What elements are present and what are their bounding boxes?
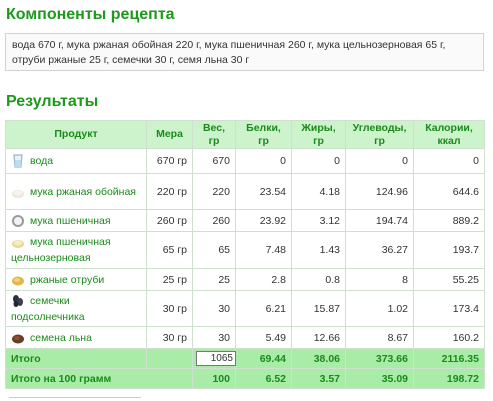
product-link[interactable]: ржаные отруби bbox=[30, 274, 104, 286]
product-cell: семена льна bbox=[5, 326, 147, 349]
product-cell: мука пшеничная цельнозерновая bbox=[5, 231, 147, 269]
carbs-cell: 0 bbox=[345, 148, 414, 174]
per100-label: Итого на 100 грамм bbox=[5, 368, 193, 389]
measure-cell: 25 гр bbox=[146, 268, 193, 291]
wholegrain-flour-icon bbox=[11, 235, 25, 249]
per100-carbs: 35.09 bbox=[345, 368, 414, 389]
protein-cell: 5.49 bbox=[235, 326, 292, 349]
product-link[interactable]: мука пшеничная bbox=[30, 215, 111, 227]
rye-bran-icon bbox=[11, 273, 25, 287]
kcal-cell: 0 bbox=[413, 148, 485, 174]
per100-protein: 6.52 bbox=[235, 368, 292, 389]
kcal-cell: 193.7 bbox=[413, 231, 485, 269]
table-row: мука пшеничная цельнозерновая 65 гр 65 7… bbox=[5, 231, 485, 269]
protein-cell: 23.54 bbox=[235, 173, 292, 210]
kcal-cell: 644.6 bbox=[413, 173, 485, 210]
measure-cell: 65 гр bbox=[146, 231, 193, 269]
total-weight-cell: 1065 bbox=[192, 348, 236, 369]
sunflower-seeds-icon bbox=[11, 294, 25, 308]
fat-cell: 3.12 bbox=[291, 209, 346, 232]
total-row: Итого 1065 69.44 38.06 373.66 2116.35 bbox=[5, 348, 485, 369]
protein-cell: 23.92 bbox=[235, 209, 292, 232]
measure-cell: 30 гр bbox=[146, 326, 193, 349]
per100-row: Итого на 100 грамм 100 6.52 3.57 35.09 1… bbox=[5, 368, 485, 389]
protein-cell: 0 bbox=[235, 148, 292, 174]
col-kcal[interactable]: Калории, ккал bbox=[413, 120, 485, 149]
table-row: семена льна 30 гр 30 5.49 12.66 8.67 160… bbox=[5, 326, 485, 349]
rye-flour-icon bbox=[11, 185, 25, 199]
total-protein: 69.44 bbox=[235, 348, 292, 369]
carbs-cell: 8.67 bbox=[345, 326, 414, 349]
per100-kcal: 198.72 bbox=[413, 368, 485, 389]
weight-cell: 30 bbox=[192, 290, 236, 327]
product-cell: мука ржаная обойная bbox=[5, 173, 147, 210]
table-header-row: Продукт Мера Вес, гр Белки, гр Жиры, гр … bbox=[5, 120, 485, 149]
flax-seeds-icon bbox=[11, 331, 25, 345]
fat-cell: 0.8 bbox=[291, 268, 346, 291]
col-fat[interactable]: Жиры, гр bbox=[291, 120, 346, 149]
product-cell: ржаные отруби bbox=[5, 268, 147, 291]
fat-cell: 15.87 bbox=[291, 290, 346, 327]
measure-cell: 260 гр bbox=[146, 209, 193, 232]
table-row: мука ржаная обойная 220 гр 220 23.54 4.1… bbox=[5, 173, 485, 210]
recipe-text-box[interactable]: вода 670 г, мука ржаная обойная 220 г, м… bbox=[5, 33, 484, 71]
carbs-cell: 124.96 bbox=[345, 173, 414, 210]
total-measure-cell bbox=[146, 348, 193, 369]
fat-cell: 4.18 bbox=[291, 173, 346, 210]
carbs-cell: 36.27 bbox=[345, 231, 414, 269]
product-link[interactable]: мука пшеничная цельнозерновая bbox=[11, 236, 111, 264]
total-kcal: 2116.35 bbox=[413, 348, 485, 369]
weight-cell: 220 bbox=[192, 173, 236, 210]
water-glass-icon bbox=[11, 154, 25, 168]
table-row: семечки подсолнечника 30 гр 30 6.21 15.8… bbox=[5, 290, 485, 327]
weight-cell: 30 bbox=[192, 326, 236, 349]
total-label: Итого bbox=[5, 348, 147, 369]
product-link[interactable]: семена льна bbox=[30, 332, 92, 344]
measure-cell: 220 гр bbox=[146, 173, 193, 210]
col-product[interactable]: Продукт bbox=[5, 120, 147, 149]
table-row: вода 670 гр 670 0 0 0 0 bbox=[5, 148, 485, 174]
fat-cell: 12.66 bbox=[291, 326, 346, 349]
carbs-cell: 1.02 bbox=[345, 290, 414, 327]
col-carbs[interactable]: Углеводы, гр bbox=[345, 120, 414, 149]
wheat-flour-icon bbox=[11, 214, 25, 228]
protein-cell: 7.48 bbox=[235, 231, 292, 269]
col-protein[interactable]: Белки, гр bbox=[235, 120, 292, 149]
kcal-cell: 889.2 bbox=[413, 209, 485, 232]
carbs-cell: 8 bbox=[345, 268, 414, 291]
table-row: мука пшеничная 260 гр 260 23.92 3.12 194… bbox=[5, 209, 485, 232]
product-link[interactable]: вода bbox=[30, 155, 53, 167]
weight-cell: 65 bbox=[192, 231, 236, 269]
measure-cell: 30 гр bbox=[146, 290, 193, 327]
product-cell: мука пшеничная bbox=[5, 209, 147, 232]
per100-weight: 100 bbox=[192, 368, 236, 389]
results-heading: Результаты bbox=[6, 93, 99, 110]
product-link[interactable]: мука ржаная обойная bbox=[30, 186, 136, 198]
carbs-cell: 194.74 bbox=[345, 209, 414, 232]
product-cell: вода bbox=[5, 148, 147, 174]
fat-cell: 1.43 bbox=[291, 231, 346, 269]
divider bbox=[9, 397, 141, 398]
kcal-cell: 55.25 bbox=[413, 268, 485, 291]
recipe-components-heading: Компоненты рецепта bbox=[6, 6, 175, 23]
protein-cell: 6.21 bbox=[235, 290, 292, 327]
product-cell: семечки подсолнечника bbox=[5, 290, 147, 327]
weight-cell: 670 bbox=[192, 148, 236, 174]
weight-cell: 25 bbox=[192, 268, 236, 291]
weight-cell: 260 bbox=[192, 209, 236, 232]
results-table: Продукт Мера Вес, гр Белки, гр Жиры, гр … bbox=[5, 120, 485, 389]
per100-fat: 3.57 bbox=[291, 368, 346, 389]
protein-cell: 2.8 bbox=[235, 268, 292, 291]
total-weight-input[interactable]: 1065 bbox=[196, 351, 236, 366]
measure-cell: 670 гр bbox=[146, 148, 193, 174]
total-carbs: 373.66 bbox=[345, 348, 414, 369]
col-weight[interactable]: Вес, гр bbox=[192, 120, 236, 149]
fat-cell: 0 bbox=[291, 148, 346, 174]
total-fat: 38.06 bbox=[291, 348, 346, 369]
kcal-cell: 160.2 bbox=[413, 326, 485, 349]
table-row: ржаные отруби 25 гр 25 2.8 0.8 8 55.25 bbox=[5, 268, 485, 291]
kcal-cell: 173.4 bbox=[413, 290, 485, 327]
col-measure[interactable]: Мера bbox=[146, 120, 193, 149]
